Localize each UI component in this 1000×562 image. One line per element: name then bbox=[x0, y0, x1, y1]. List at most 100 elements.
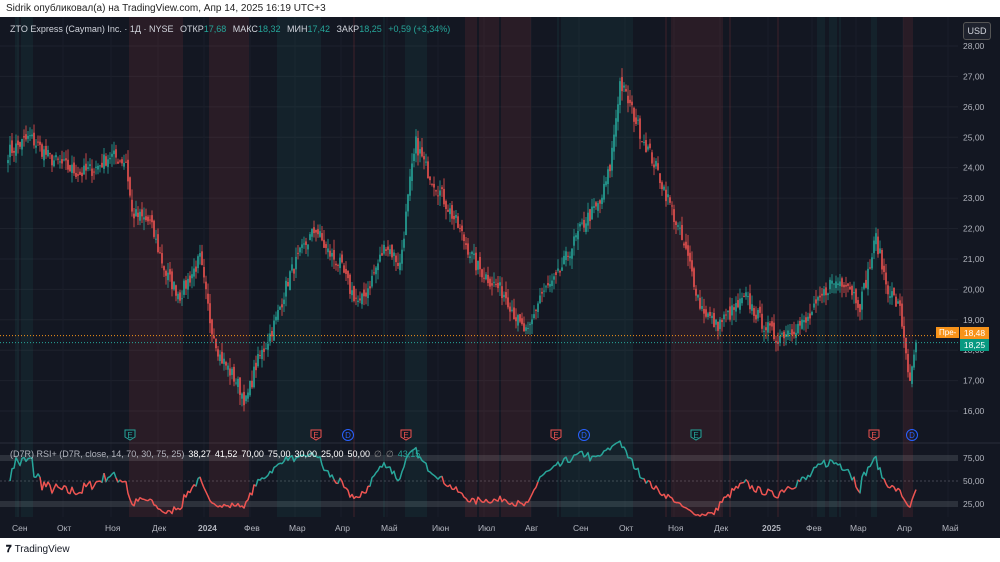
candle-body bbox=[439, 190, 441, 196]
candle-body bbox=[53, 160, 55, 167]
candle-body bbox=[689, 252, 691, 262]
candle-body bbox=[435, 190, 437, 192]
candle-body bbox=[495, 284, 497, 286]
time-tick: Июн bbox=[432, 523, 449, 533]
candle-body bbox=[705, 309, 707, 317]
oversold-zone bbox=[177, 17, 179, 517]
rsi-segment bbox=[273, 465, 277, 469]
rsi-segment bbox=[885, 483, 889, 488]
premarket-tag: Пре- bbox=[936, 327, 960, 338]
candle-body bbox=[723, 314, 725, 320]
overbought-zone bbox=[595, 17, 597, 517]
candle-body bbox=[515, 317, 517, 322]
oversold-zone bbox=[227, 17, 229, 517]
candle-body bbox=[375, 267, 377, 275]
overbought-zone bbox=[833, 17, 835, 517]
rsi-segment bbox=[741, 481, 745, 484]
candle-body bbox=[643, 141, 645, 143]
candle-body bbox=[367, 288, 369, 299]
candle-body bbox=[539, 295, 541, 304]
time-tick: Дек bbox=[152, 523, 166, 533]
candle-body bbox=[271, 330, 273, 337]
oversold-zone bbox=[501, 17, 503, 517]
oversold-zone bbox=[703, 17, 705, 517]
candle-body bbox=[609, 164, 611, 172]
rsi-segment bbox=[265, 474, 269, 478]
overbought-zone bbox=[611, 17, 613, 517]
candle-body bbox=[297, 252, 299, 254]
candle-body bbox=[19, 142, 21, 147]
overbought-zone bbox=[615, 17, 617, 517]
candle-body bbox=[693, 268, 695, 287]
candle-body bbox=[535, 309, 537, 311]
event-label: E bbox=[693, 431, 698, 440]
price-tick: 16,00 bbox=[963, 406, 985, 416]
candle-body bbox=[613, 134, 615, 152]
oversold-zone bbox=[505, 17, 507, 517]
candle-body bbox=[467, 243, 469, 255]
candle-body bbox=[169, 269, 171, 275]
rsi-segment bbox=[897, 487, 901, 491]
oversold-zone bbox=[237, 17, 239, 517]
time-tick: Апр bbox=[335, 523, 350, 533]
oversold-zone bbox=[521, 17, 523, 517]
candle-body bbox=[247, 392, 249, 399]
chart-area[interactable]: 28,00 27,00 26,00 25,00 24,00 23,00 22,00 21,00… bbox=[0, 17, 1000, 538]
candle-body bbox=[31, 134, 33, 137]
rsi-segment bbox=[533, 486, 537, 491]
candle-body bbox=[347, 270, 349, 279]
candle-body bbox=[857, 300, 859, 308]
candle-body bbox=[389, 249, 391, 255]
candle-body bbox=[285, 280, 287, 297]
candle-body bbox=[879, 248, 881, 254]
open-value: 17,68 bbox=[203, 24, 227, 34]
candle-body bbox=[361, 293, 363, 305]
oversold-zone bbox=[239, 17, 241, 517]
oversold-zone bbox=[713, 17, 715, 517]
rsi-segment bbox=[603, 449, 607, 452]
oversold-zone bbox=[135, 17, 137, 517]
last-price-label: 18,25 bbox=[960, 339, 989, 351]
oversold-zone bbox=[179, 17, 181, 517]
candle-body bbox=[207, 293, 209, 304]
candle-body bbox=[665, 189, 667, 202]
rsi-segment bbox=[345, 487, 349, 491]
rsi-legend[interactable]: (D7R) RSI+ (D7R, close, 14, 70, 30, 75, … bbox=[10, 449, 420, 460]
oversold-zone bbox=[699, 17, 701, 517]
candle-body bbox=[165, 270, 167, 276]
candle-body bbox=[133, 213, 135, 219]
candle-body bbox=[545, 286, 547, 288]
rsi-segment bbox=[545, 470, 549, 473]
currency-button[interactable]: USD bbox=[963, 22, 991, 40]
rsi-segment bbox=[9, 468, 13, 482]
candle-body bbox=[417, 137, 419, 156]
time-tick: 2024 bbox=[198, 523, 217, 533]
candle-body bbox=[85, 163, 87, 171]
oversold-zone bbox=[527, 17, 529, 517]
oversold-zone bbox=[469, 17, 471, 517]
rsi-segment bbox=[841, 469, 845, 472]
candle-body bbox=[815, 299, 817, 304]
oversold-zone bbox=[697, 17, 699, 517]
candle-body bbox=[125, 161, 127, 163]
rsi-segment bbox=[259, 477, 263, 481]
candle-body bbox=[791, 329, 793, 335]
candle-body bbox=[259, 355, 261, 357]
candle-body bbox=[397, 262, 399, 267]
rsi-segment bbox=[789, 487, 793, 490]
candle-body bbox=[631, 101, 633, 106]
rsi-value: 38,27 bbox=[188, 449, 211, 459]
candle-body bbox=[569, 256, 571, 259]
tradingview-logo[interactable]: 𝟕 TradingView bbox=[6, 544, 70, 555]
rsi-segment bbox=[37, 473, 41, 478]
candle-body bbox=[25, 134, 27, 140]
candle-body bbox=[283, 299, 285, 305]
rsi-segment bbox=[667, 493, 671, 498]
candle-body bbox=[191, 274, 193, 279]
candle-body bbox=[625, 89, 627, 92]
overbought-zone bbox=[319, 17, 321, 517]
rsi-segment bbox=[825, 465, 829, 468]
candle-body bbox=[245, 395, 247, 402]
candle-body bbox=[811, 311, 813, 315]
candle-body bbox=[775, 340, 777, 343]
